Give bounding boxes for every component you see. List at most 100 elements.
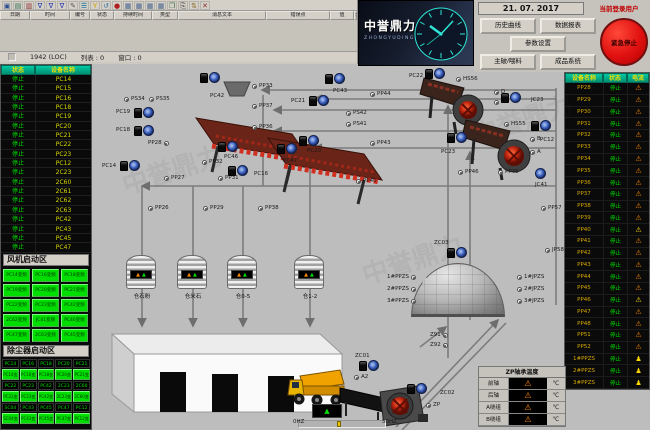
device-row[interactable]: 停止2C23 [1, 168, 91, 177]
conveyor-row[interactable]: PP46停止⚠ [565, 295, 649, 307]
edit-icon[interactable]: ✎ [68, 1, 78, 10]
device-row[interactable]: 停止PC22 [1, 140, 91, 149]
motor-fan-unit[interactable] [359, 360, 379, 371]
grid-3-icon[interactable]: ▦ [145, 1, 155, 10]
conveyor-row[interactable]: 2#PPZS停止♟ [565, 365, 649, 377]
conveyor-row[interactable]: PP43停止⚠ [565, 259, 649, 271]
dust-start-button[interactable]: PC22变频 [2, 391, 19, 402]
conveyor-row[interactable]: PP32停止⚠ [565, 130, 649, 142]
main-crusher-button[interactable]: 主破/喂料 [480, 54, 536, 70]
device-row[interactable]: 停止PC23 [1, 150, 91, 159]
device-row[interactable]: 停止PC43 [1, 225, 91, 234]
motor-fan-unit[interactable] [309, 95, 329, 106]
conveyor-row[interactable]: PP35停止⚠ [565, 165, 649, 177]
conveyor-row[interactable]: PP45停止⚠ [565, 283, 649, 295]
print-icon[interactable]: ⎘ [178, 1, 188, 10]
motor-fan-unit[interactable] [447, 247, 467, 258]
alarm-list[interactable] [0, 20, 357, 51]
dust-start-button[interactable]: PC47变频 [55, 413, 72, 424]
frequency-slider[interactable] [298, 420, 386, 428]
device-row[interactable]: 停止PC47 [1, 243, 91, 252]
motor-fan-unit[interactable] [134, 125, 154, 136]
motor-fan-unit[interactable] [299, 135, 319, 146]
sort-icon[interactable]: ⇅ [189, 1, 199, 10]
dust-start-button[interactable]: PC21变频 [73, 369, 90, 380]
report-icon[interactable]: ▥ [24, 1, 34, 10]
new-list-icon[interactable]: ▣ [2, 1, 12, 10]
device-row[interactable]: 停止PC42 [1, 215, 91, 224]
fan-start-button[interactable]: JC41变频 [32, 314, 59, 327]
motor-fan-unit[interactable] [447, 132, 467, 143]
device-row[interactable]: 停止PC19 [1, 112, 91, 121]
alarm-col-10[interactable]: 注释 [354, 11, 357, 20]
fan-start-button[interactable]: PC47变频 [3, 329, 30, 342]
filter-1-icon[interactable]: ∇ [35, 1, 45, 10]
fan-start-button[interactable]: PC45变频 [61, 329, 88, 342]
conveyor-row[interactable]: PP38停止⚠ [565, 201, 649, 213]
conveyor-row[interactable]: PP40停止⚠ [565, 224, 649, 236]
dust-start-button[interactable]: PC14变频 [2, 369, 19, 380]
motor-fan-unit[interactable] [120, 160, 140, 171]
motor-fan-unit[interactable] [218, 141, 238, 152]
alarm-col-1[interactable]: 日期 [0, 11, 30, 20]
list-icon[interactable]: ☰ [79, 1, 89, 10]
motor-fan-unit[interactable] [228, 165, 248, 176]
dust-start-button[interactable]: 2C60变频 [73, 391, 90, 402]
fan-start-button[interactable]: PC18变频 [61, 269, 88, 282]
dust-start-button[interactable]: PC20变频 [55, 369, 72, 380]
motor-fan-unit[interactable] [134, 107, 154, 118]
fan-start-button[interactable]: 2C63变频 [32, 329, 59, 342]
grid-4-icon[interactable]: ▦ [156, 1, 166, 10]
dust-start-button[interactable]: PC12变频 [73, 413, 90, 424]
conveyor-row[interactable]: PP44停止⚠ [565, 271, 649, 283]
conveyor-row[interactable]: PP28停止⚠ [565, 83, 649, 95]
alarm-col-4[interactable]: 状态 [90, 11, 114, 20]
window-icon[interactable]: ❐ [167, 1, 177, 10]
filter-2-icon[interactable]: ∇ [46, 1, 56, 10]
motor-fan-unit[interactable] [200, 72, 220, 83]
alarm-col-2[interactable]: 时间 [30, 11, 70, 20]
device-row[interactable]: 停止PC21 [1, 131, 91, 140]
filter-3-icon[interactable]: ∇ [57, 1, 67, 10]
device-row[interactable]: 停止2C62 [1, 196, 91, 205]
conveyor-row[interactable]: 3#PPZS停止♟ [565, 377, 649, 389]
dust-start-button[interactable]: PC42变频 [38, 391, 55, 402]
conveyor-row[interactable]: PP29停止⚠ [565, 95, 649, 107]
conveyor-row[interactable]: 1#PPZS停止♟ [565, 354, 649, 366]
device-row[interactable]: 停止2C61 [1, 187, 91, 196]
fan-start-button[interactable]: PC19变频 [3, 284, 30, 297]
fan-start-button[interactable]: PC20变频 [32, 284, 59, 297]
device-row[interactable]: 停止PC45 [1, 234, 91, 243]
alarm-col-5[interactable]: 持续时间 [114, 11, 152, 20]
emergency-stop-button[interactable]: 紧急停止 [600, 18, 648, 66]
dust-start-button[interactable]: PC45变频 [38, 413, 55, 424]
conveyor-row[interactable]: PP34停止⚠ [565, 154, 649, 166]
device-row[interactable]: 停止2C63 [1, 206, 91, 215]
alarm-col-9[interactable]: 值 [330, 11, 354, 20]
conveyor-row[interactable]: PP39停止⚠ [565, 212, 649, 224]
history-curve-button[interactable]: 历史曲线 [480, 18, 536, 34]
conveyor-row[interactable]: PP52停止⚠ [565, 342, 649, 354]
parameter-set-button[interactable]: 参数设置 [510, 36, 566, 52]
fan-start-button[interactable]: PC23变频 [32, 299, 59, 312]
fan-start-button[interactable]: 2C62变频 [3, 314, 30, 327]
data-report-button[interactable]: 数据报表 [540, 18, 596, 34]
device-row[interactable]: 停止PC16 [1, 94, 91, 103]
alarm-col-7[interactable]: 消息文本 [178, 11, 266, 20]
device-row[interactable]: 停止PC20 [1, 122, 91, 131]
dust-start-button[interactable]: PC23变频 [20, 391, 37, 402]
product-system-button[interactable]: 成品系统 [540, 54, 596, 70]
motor-fan-unit[interactable] [425, 68, 445, 79]
conveyor-row[interactable]: PP31停止⚠ [565, 118, 649, 130]
fan-start-button[interactable]: PC46变频 [61, 314, 88, 327]
fan-unit[interactable] [535, 168, 546, 179]
grid-1-icon[interactable]: ▦ [123, 1, 133, 10]
conveyor-row[interactable]: PP42停止⚠ [565, 248, 649, 260]
dust-start-button[interactable]: SC04变频 [2, 413, 19, 424]
motor-fan-unit[interactable] [407, 383, 427, 394]
stop-icon[interactable]: ● [112, 1, 122, 10]
fan-start-button[interactable]: PC42变频 [61, 299, 88, 312]
alarm-col-3[interactable]: 编号 [70, 11, 90, 20]
archive-icon[interactable]: ▤ [13, 1, 23, 10]
device-row[interactable]: 停止PC18 [1, 103, 91, 112]
